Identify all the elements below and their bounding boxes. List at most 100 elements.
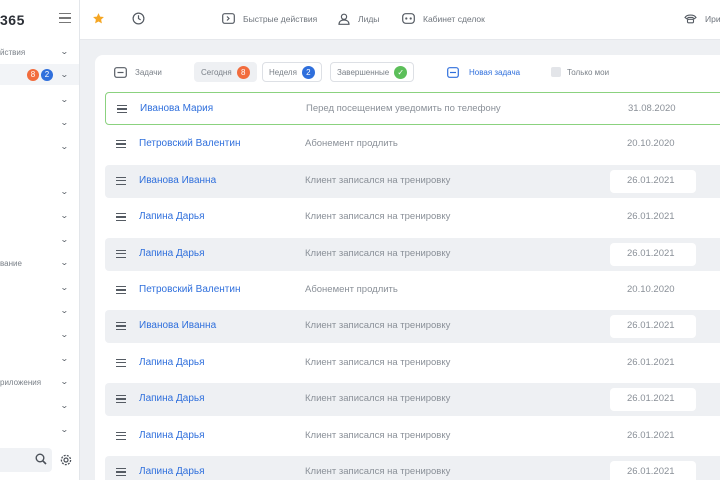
client-name-link[interactable]: Петровский Валентин (139, 284, 240, 295)
task-date: 26.01.2021 (627, 429, 675, 441)
user-menu[interactable]: Ири (684, 13, 720, 24)
tab-completed-label: Завершенные (337, 67, 390, 77)
app-logo: 365 (0, 12, 25, 28)
user-icon (338, 13, 350, 25)
deals-button[interactable]: Кабинет сделок (402, 13, 485, 24)
chevron-down-icon[interactable]: ⌄ (60, 211, 69, 220)
chevron-down-icon[interactable]: ⌄ (60, 306, 69, 315)
deals-label: Кабинет сделок (423, 13, 485, 24)
drag-handle-icon[interactable] (116, 431, 126, 440)
sidebar-label-actions: йствия (0, 48, 26, 57)
chevron-down-icon[interactable]: ⌄ (60, 258, 69, 267)
table-row[interactable]: Лапина Дарья Клиент записался на трениров… (105, 383, 720, 417)
client-name-link[interactable]: Лапина Дарья (139, 393, 205, 404)
task-date: 26.01.2021 (627, 211, 675, 223)
drag-handle-icon[interactable] (116, 249, 126, 258)
chevron-down-icon[interactable]: ⌄ (60, 425, 69, 434)
drag-handle-icon[interactable] (116, 286, 126, 294)
today-count-badge: 8 (236, 65, 250, 79)
client-name-link[interactable]: Лапина Дарья (139, 211, 205, 222)
task-description: Перед посещением уведомить по телефону (306, 103, 501, 114)
tab-today[interactable]: Сегодня 8 (194, 62, 257, 82)
drag-handle-icon[interactable] (116, 176, 126, 185)
tab-tasks[interactable]: Задачи (114, 62, 162, 82)
task-date: 26.01.2021 (627, 356, 675, 368)
drag-handle-icon[interactable] (116, 322, 126, 331)
task-date: 20.10.2020 (627, 138, 675, 150)
chevron-down-icon[interactable]: ⌄ (60, 401, 69, 410)
date-field[interactable]: 26.01.2021 (610, 242, 696, 266)
client-name-link[interactable]: Иванова Иванна (139, 175, 216, 186)
chevron-down-icon[interactable]: ⌄ (60, 118, 69, 127)
task-description: Клиент записался на тренировку (305, 429, 451, 441)
table-row[interactable]: Лапина Дарья Клиент записался на трениров… (105, 237, 720, 271)
clock-icon[interactable] (132, 12, 145, 25)
leads-button[interactable]: Лиды (338, 13, 379, 25)
chevron-down-icon[interactable]: ⌄ (60, 330, 69, 339)
drag-handle-icon[interactable] (116, 213, 126, 222)
chevron-down-icon[interactable]: ⌄ (60, 235, 69, 244)
chevron-down-icon[interactable]: ⌄ (60, 142, 69, 151)
date-field[interactable]: 26.01.2021 (610, 461, 696, 480)
menu-icon[interactable] (59, 13, 71, 23)
search-icon[interactable] (35, 453, 47, 465)
tab-week[interactable]: Неделя 2 (262, 62, 322, 82)
tab-tasks-label: Задачи (135, 67, 162, 77)
task-date: 26.01.2021 (627, 466, 675, 477)
sidebar-label-vanie: вание (0, 259, 22, 268)
gear-icon[interactable] (59, 453, 73, 467)
tab-today-label: Сегодня (201, 67, 232, 77)
table-row[interactable]: Лапина Дарья Клиент записался на трениров… (105, 347, 720, 380)
task-description: Абонемент продлить (305, 138, 398, 150)
new-task-label: Новая задача (469, 67, 521, 77)
quick-actions-icon (222, 13, 235, 24)
new-task-button[interactable]: Новая задача (447, 62, 520, 82)
client-name-link[interactable]: Лапина Дарья (139, 466, 205, 477)
week-count-badge: 2 (301, 65, 315, 79)
drag-handle-icon[interactable] (116, 395, 126, 404)
chevron-down-icon[interactable]: ⌄ (60, 95, 69, 104)
chevron-down-icon[interactable]: ⌄ (60, 283, 69, 292)
table-row[interactable]: Иванова Иванна Клиент записался на тренир… (105, 310, 720, 344)
only-mine-label: Только мои (567, 67, 610, 77)
table-row[interactable]: Иванова Иванна Клиент записался на тренир… (105, 164, 720, 198)
table-row[interactable]: Лапина Дарья Клиент записался на трениров… (105, 456, 720, 480)
quick-actions-button[interactable]: Быстрые действия (222, 13, 317, 24)
chevron-down-icon[interactable]: ⌄ (60, 354, 69, 363)
client-name-link[interactable]: Лапина Дарья (139, 248, 205, 259)
task-date: 26.01.2021 (627, 174, 675, 186)
client-name-link[interactable]: Иванова Иванна (139, 320, 216, 331)
chevron-down-icon[interactable]: ⌄ (60, 377, 69, 386)
chevron-down-icon[interactable]: ⌄ (60, 70, 69, 79)
client-name-link[interactable]: Петровский Валентин (139, 138, 240, 149)
table-row[interactable]: Лапина Дарья Клиент записался на трениров… (105, 420, 720, 453)
only-mine-checkbox[interactable]: Только мои (551, 62, 609, 82)
drag-handle-icon[interactable] (116, 358, 126, 367)
drag-handle-icon[interactable] (117, 105, 127, 113)
table-row[interactable]: Петровский Валентин Абонемент продлить 20.… (105, 274, 720, 307)
chevron-down-icon[interactable]: ⌄ (60, 187, 69, 196)
task-description: Клиент записался на тренировку (305, 320, 451, 332)
sidebar: 365 йствия ⌄ 8 2 ⌄ ⌄ ⌄ ⌄ ⌄ ⌄ ⌄ вание ⌄ ⌄… (0, 0, 80, 480)
task-date: 20.10.2020 (627, 284, 675, 295)
star-icon[interactable] (92, 12, 105, 25)
task-description: Клиент записался на тренировку (305, 356, 451, 368)
user-name: Ири (705, 13, 720, 24)
table-row[interactable]: Иванова Мария Перед посещением уведомить … (105, 92, 720, 125)
drag-handle-icon[interactable] (116, 140, 126, 149)
client-name-link[interactable]: Лапина Дарья (139, 357, 205, 368)
tab-completed[interactable]: Завершенные ✓ (330, 62, 415, 82)
date-field[interactable]: 26.01.2021 (610, 315, 696, 339)
checkbox-box[interactable] (551, 67, 561, 77)
chevron-down-icon[interactable]: ⌄ (60, 47, 69, 56)
drag-handle-icon[interactable] (116, 468, 126, 476)
table-row[interactable]: Лапина Дарья Клиент записался на трениров… (105, 201, 720, 234)
date-field[interactable]: 26.01.2021 (610, 169, 696, 193)
task-date: 26.01.2021 (627, 393, 675, 405)
check-icon: ✓ (394, 65, 408, 79)
date-field[interactable]: 26.01.2021 (610, 388, 696, 412)
top-bar: Быстрые действия Лиды Кабинет сделок Ири (80, 0, 720, 40)
client-name-link[interactable]: Иванова Мария (140, 103, 213, 114)
client-name-link[interactable]: Лапина Дарья (139, 430, 205, 441)
table-row[interactable]: Петровский Валентин Абонемент продлить 20.… (105, 128, 720, 161)
